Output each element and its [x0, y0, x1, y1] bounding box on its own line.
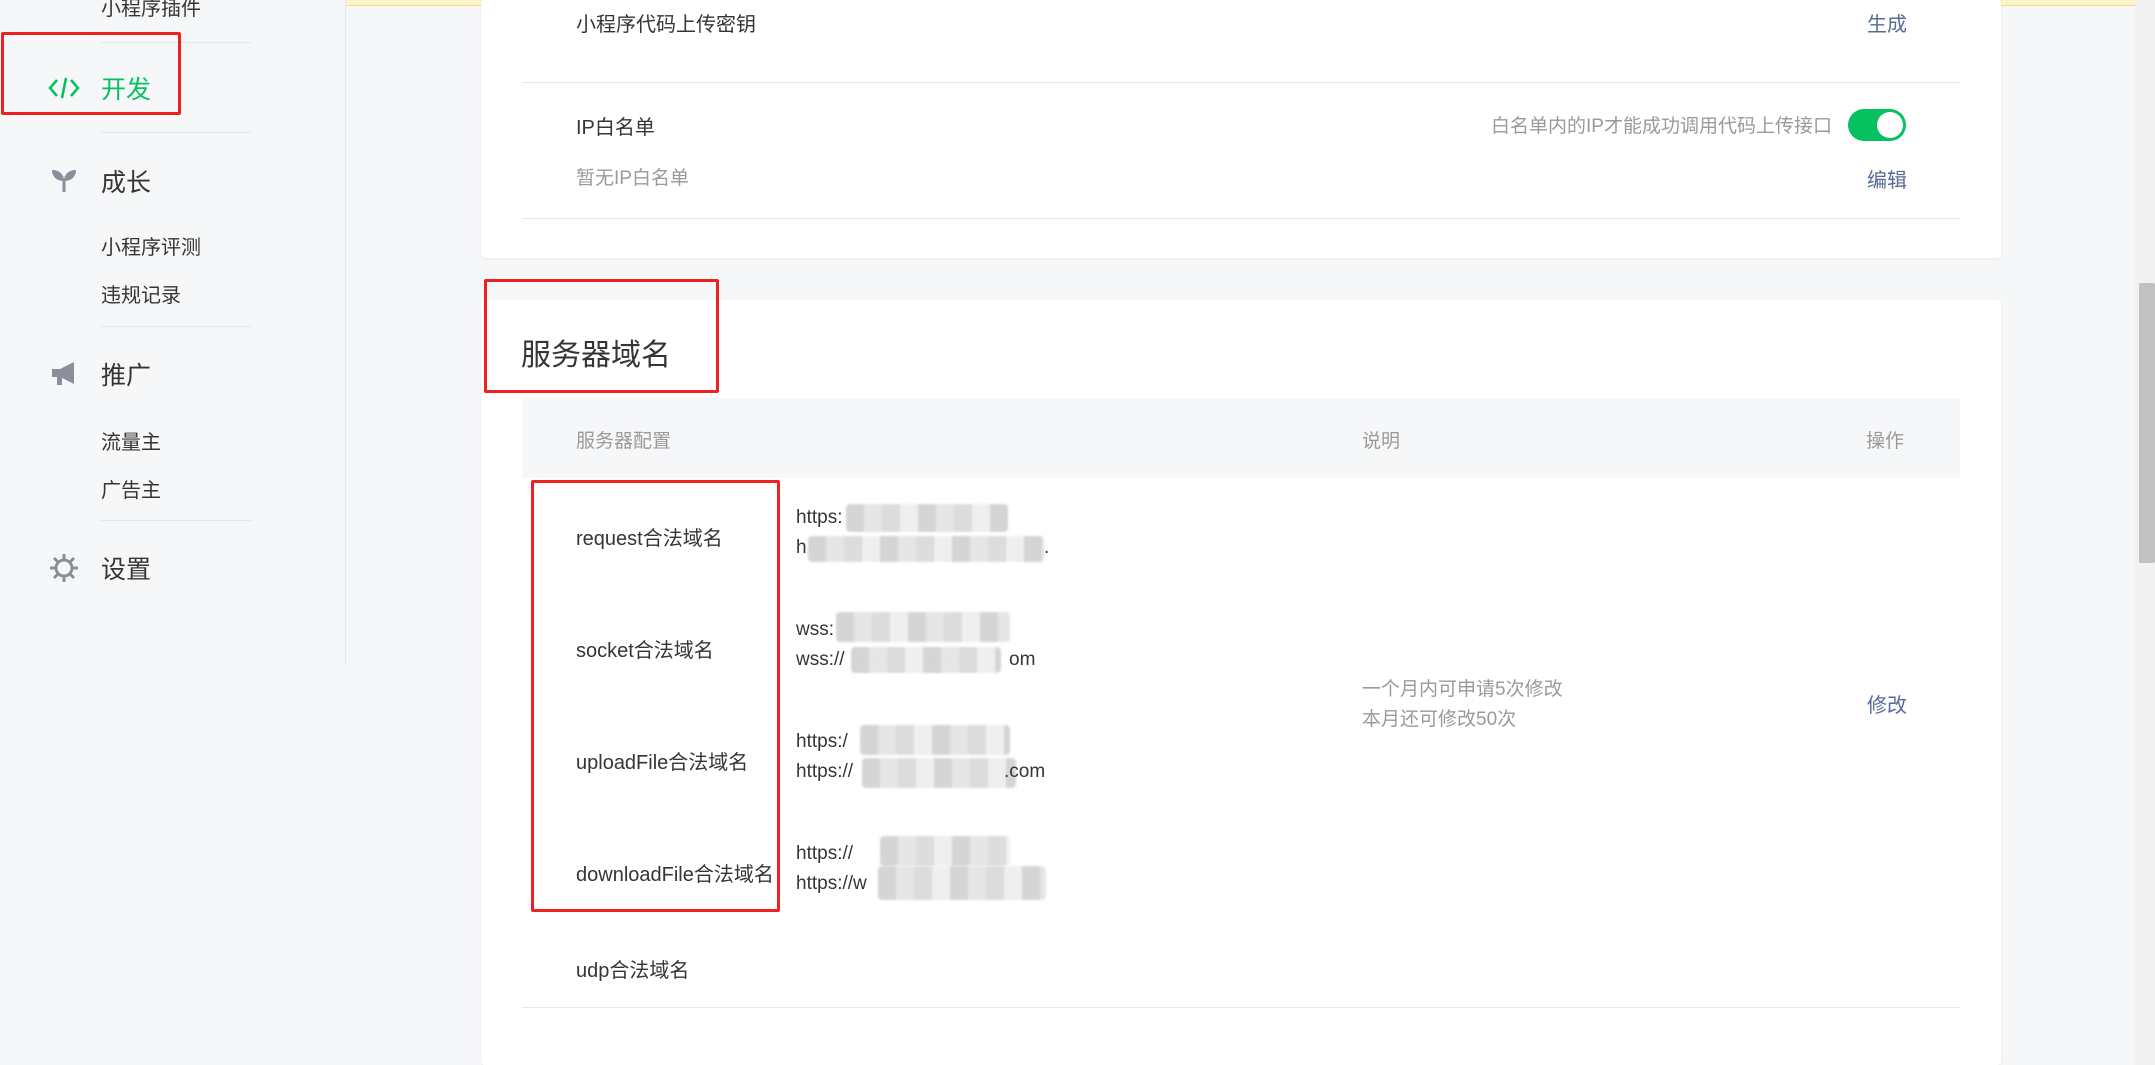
domain-url-tail: .: [1044, 537, 1050, 558]
redacted-url: [878, 866, 1046, 900]
sidebar-item-growth[interactable]: 成长: [47, 163, 151, 199]
sidebar-item-violations[interactable]: 违规记录: [101, 279, 181, 308]
domain-url-tail: om: [1009, 649, 1036, 670]
domain-url: https://w: [796, 873, 867, 894]
domain-url: https:/: [796, 731, 848, 752]
redacted-url: [851, 647, 1001, 673]
edit-whitelist-link[interactable]: 编辑: [1867, 164, 1907, 193]
modify-quota-note: 一个月内可申请5次修改: [1362, 679, 1563, 700]
redacted-url: [836, 612, 1010, 642]
domain-url: wss:: [796, 619, 834, 640]
domain-url: https://: [796, 761, 854, 782]
table-header: [522, 398, 1960, 478]
column-header-config: 服务器配置: [576, 431, 672, 452]
highlight-box-domains: [531, 480, 780, 912]
domain-url: wss://: [796, 649, 845, 670]
ip-whitelist-hint: 白名单内的IP才能成功调用代码上传接口: [1491, 116, 1832, 137]
sidebar-item-settings[interactable]: 设置: [47, 550, 151, 586]
domain-url: https://: [796, 843, 854, 864]
modify-remaining-note: 本月还可修改50次: [1362, 709, 1517, 730]
sidebar-item-evaluation[interactable]: 小程序评测: [101, 231, 201, 260]
divider: [522, 218, 1960, 219]
redacted-url: [846, 504, 1008, 532]
column-header-desc: 说明: [1362, 431, 1401, 452]
sidebar-item-label: 成长: [101, 169, 152, 197]
domain-url: h: [796, 537, 807, 558]
ip-whitelist-label: IP白名单: [576, 117, 655, 139]
redacted-url: [880, 836, 1010, 866]
upload-key-label: 小程序代码上传密钥: [576, 14, 756, 36]
highlight-box-dev: [1, 32, 181, 115]
sidebar-divider: [101, 520, 251, 521]
domain-type-udp: udp合法域名: [576, 960, 690, 982]
divider: [522, 1007, 1960, 1008]
sidebar-divider: [101, 132, 251, 133]
sidebar-item-promo[interactable]: 推广: [47, 356, 151, 392]
ip-whitelist-toggle[interactable]: [1848, 109, 1906, 141]
page-root: 小程序插件 开发 成长 小程序评测 违规记录 推广 流量主 广告主 设置 小程序…: [0, 0, 2155, 1065]
column-header-action: 操作: [1866, 431, 1905, 452]
domain-url-tail: .com: [1004, 761, 1046, 782]
megaphone-icon: [47, 357, 81, 391]
toggle-knob: [1877, 112, 1903, 138]
domain-url: https:: [796, 507, 843, 528]
divider: [522, 82, 1960, 83]
sidebar-item-advertiser[interactable]: 广告主: [101, 474, 161, 503]
scrollbar-thumb[interactable]: [2139, 283, 2155, 563]
modify-domain-link[interactable]: 修改: [1867, 689, 1907, 718]
highlight-box-title: [484, 279, 719, 393]
sidebar-item-label: 设置: [101, 556, 152, 584]
redacted-url: [808, 536, 1044, 562]
sidebar-item-plugin[interactable]: 小程序插件: [101, 0, 201, 21]
sidebar-divider: [101, 326, 251, 327]
redacted-url: [860, 725, 1010, 755]
ip-whitelist-status: 暂无IP白名单: [576, 168, 689, 189]
sidebar-item-label: 推广: [101, 362, 152, 390]
redacted-url: [862, 758, 1016, 788]
sprout-icon: [47, 164, 81, 198]
gear-icon: [47, 551, 81, 585]
sidebar-item-traffic-owner[interactable]: 流量主: [101, 426, 161, 455]
generate-key-link[interactable]: 生成: [1867, 8, 1907, 37]
